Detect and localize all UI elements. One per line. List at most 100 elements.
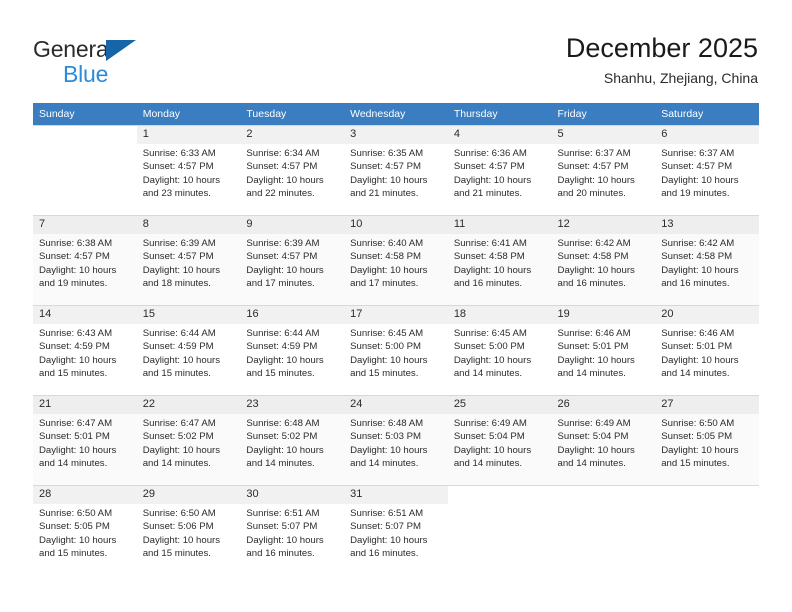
day-cell-inner	[552, 486, 656, 575]
daylight-duration-line2: and 17 minutes.	[246, 278, 315, 290]
weekday-header-friday: Friday	[551, 103, 656, 126]
sunrise-time: Sunrise: 6:36 AM	[453, 148, 527, 159]
sunrise-time: Sunrise: 6:42 AM	[661, 238, 735, 249]
calendar-day-cell[interactable]: 9 Sunrise: 6:39 AM Sunset: 4:57 PM Daylight…	[240, 215, 345, 306]
daylight-duration-line1: Daylight: 10 hours	[350, 354, 428, 366]
calendar-week-row: 28 Sunrise: 6:50 AM Sunset: 5:05 PM Dayligh…	[33, 485, 759, 575]
day-sun-info: Sunrise: 6:48 AM Sunset: 5:02 PM Daylight:…	[240, 414, 344, 471]
calendar-day-cell[interactable]: 6 Sunrise: 6:37 AM Sunset: 4:57 PM Daylight…	[655, 125, 759, 216]
daylight-duration-line2: and 23 minutes.	[142, 188, 211, 200]
daylight-duration-line2: and 18 minutes.	[142, 278, 211, 290]
sunset-time: Sunset: 4:57 PM	[142, 251, 214, 263]
sunrise-time: Sunrise: 6:50 AM	[142, 508, 216, 519]
daylight-duration-line1: Daylight: 10 hours	[142, 354, 221, 366]
day-cell-inner: 12 Sunrise: 6:42 AM Sunset: 4:58 PM Dayligh…	[551, 216, 656, 305]
day-cell-inner: 23 Sunrise: 6:48 AM Sunset: 5:02 PM Dayligh…	[240, 396, 345, 485]
calendar-day-cell[interactable]: 8 Sunrise: 6:39 AM Sunset: 4:57 PM Daylight…	[136, 215, 241, 306]
day-cell-inner: 15 Sunrise: 6:44 AM Sunset: 4:59 PM Dayligh…	[136, 306, 241, 395]
day-cell-inner: 1 Sunrise: 6:33 AM Sunset: 4:57 PM Daylight…	[136, 126, 241, 215]
calendar-day-cell[interactable]: 3 Sunrise: 6:35 AM Sunset: 4:57 PM Daylight…	[344, 125, 448, 216]
calendar-day-cell[interactable]: 2 Sunrise: 6:34 AM Sunset: 4:57 PM Daylight…	[240, 125, 345, 216]
daylight-duration-line2: and 19 minutes.	[661, 188, 730, 200]
day-cell-inner: 28 Sunrise: 6:50 AM Sunset: 5:05 PM Dayligh…	[33, 486, 137, 575]
day-number: 13	[655, 216, 759, 234]
calendar-day-cell[interactable]: 30 Sunrise: 6:51 AM Sunset: 5:07 PM Dayligh…	[240, 485, 345, 575]
day-number: 5	[551, 126, 656, 144]
day-number	[655, 486, 759, 504]
calendar-day-cell[interactable]: 21 Sunrise: 6:47 AM Sunset: 5:01 PM Dayligh…	[33, 395, 137, 486]
calendar-day-cell[interactable]: 22 Sunrise: 6:47 AM Sunset: 5:02 PM Dayligh…	[136, 395, 241, 486]
calendar-day-cell[interactable]: 20 Sunrise: 6:46 AM Sunset: 5:01 PM Dayligh…	[655, 305, 759, 396]
calendar-day-cell[interactable]: 12 Sunrise: 6:42 AM Sunset: 4:58 PM Dayligh…	[551, 215, 656, 306]
daylight-duration-line1: Daylight: 10 hours	[661, 264, 739, 276]
calendar-day-cell[interactable]: 19 Sunrise: 6:46 AM Sunset: 5:01 PM Dayligh…	[551, 305, 656, 396]
daylight-duration-line1: Daylight: 10 hours	[142, 444, 221, 456]
daylight-duration-line1: Daylight: 10 hours	[39, 264, 117, 276]
day-sun-info: Sunrise: 6:33 AM Sunset: 4:57 PM Daylight:…	[137, 144, 241, 201]
sunset-time: Sunset: 5:01 PM	[661, 341, 733, 353]
sunrise-time: Sunrise: 6:39 AM	[246, 238, 320, 249]
daylight-duration-line1: Daylight: 10 hours	[350, 264, 428, 276]
calendar-day-cell[interactable]: 27 Sunrise: 6:50 AM Sunset: 5:05 PM Dayligh…	[655, 395, 759, 486]
calendar-day-cell[interactable]: 23 Sunrise: 6:48 AM Sunset: 5:02 PM Dayligh…	[240, 395, 345, 486]
day-number: 6	[655, 126, 759, 144]
calendar-day-cell[interactable]: 7 Sunrise: 6:38 AM Sunset: 4:57 PM Daylight…	[33, 215, 137, 306]
day-sun-info: Sunrise: 6:49 AM Sunset: 5:04 PM Daylight:…	[448, 414, 552, 471]
daylight-duration-line2: and 14 minutes.	[453, 368, 523, 380]
daylight-duration-line1: Daylight: 10 hours	[557, 444, 635, 456]
sunset-time: Sunset: 4:58 PM	[453, 251, 525, 263]
day-cell-inner: 11 Sunrise: 6:41 AM Sunset: 4:58 PM Dayligh…	[447, 216, 552, 305]
sunrise-time: Sunrise: 6:35 AM	[350, 148, 424, 159]
general-blue-logo[interactable]: General Blue	[33, 36, 233, 92]
calendar-header-row: Sunday Monday Tuesday Wednesday Thursday Frid…	[33, 103, 759, 126]
day-number: 25	[447, 396, 552, 414]
calendar-day-cell[interactable]: 18 Sunrise: 6:45 AM Sunset: 5:00 PM Dayligh…	[447, 305, 552, 396]
sunrise-time: Sunrise: 6:46 AM	[557, 328, 631, 339]
sunset-time: Sunset: 5:04 PM	[557, 431, 629, 443]
day-number: 29	[136, 486, 241, 504]
calendar-day-cell[interactable]: 15 Sunrise: 6:44 AM Sunset: 4:59 PM Dayligh…	[136, 305, 241, 396]
day-sun-info: Sunrise: 6:49 AM Sunset: 5:04 PM Daylight:…	[552, 414, 656, 471]
calendar-day-cell[interactable]: 11 Sunrise: 6:41 AM Sunset: 4:58 PM Dayligh…	[447, 215, 552, 306]
calendar-day-cell[interactable]: 17 Sunrise: 6:45 AM Sunset: 5:00 PM Dayligh…	[344, 305, 448, 396]
day-sun-info: Sunrise: 6:44 AM Sunset: 4:59 PM Daylight:…	[240, 324, 344, 381]
sunrise-time: Sunrise: 6:41 AM	[453, 238, 527, 249]
sunset-time: Sunset: 5:04 PM	[453, 431, 525, 443]
calendar-day-cell[interactable]: 29 Sunrise: 6:50 AM Sunset: 5:06 PM Dayligh…	[136, 485, 241, 575]
page-subtitle: Shanhu, Zhejiang, China	[603, 70, 758, 86]
calendar-day-cell[interactable]: 1 Sunrise: 6:33 AM Sunset: 4:57 PM Daylight…	[136, 125, 241, 216]
calendar-week-row: 7 Sunrise: 6:38 AM Sunset: 4:57 PM Daylight…	[33, 215, 759, 306]
calendar-week-row: 21 Sunrise: 6:47 AM Sunset: 5:01 PM Dayligh…	[33, 395, 759, 486]
daylight-duration-line2: and 16 minutes.	[350, 548, 419, 560]
daylight-duration-line2: and 15 minutes.	[350, 368, 419, 380]
day-number: 22	[136, 396, 241, 414]
calendar-day-cell[interactable]: 4 Sunrise: 6:36 AM Sunset: 4:57 PM Daylight…	[447, 125, 552, 216]
calendar-day-cell[interactable]: 25 Sunrise: 6:49 AM Sunset: 5:04 PM Dayligh…	[447, 395, 552, 486]
calendar-day-cell[interactable]: 14 Sunrise: 6:43 AM Sunset: 4:59 PM Dayligh…	[33, 305, 137, 396]
calendar-day-cell[interactable]: 26 Sunrise: 6:49 AM Sunset: 5:04 PM Dayligh…	[551, 395, 656, 486]
calendar-day-cell[interactable]: 13 Sunrise: 6:42 AM Sunset: 4:58 PM Dayligh…	[655, 215, 759, 306]
sunset-time: Sunset: 4:57 PM	[246, 251, 318, 263]
calendar-day-cell[interactable]: 5 Sunrise: 6:37 AM Sunset: 4:57 PM Daylight…	[551, 125, 656, 216]
day-number: 4	[447, 126, 552, 144]
day-sun-info: Sunrise: 6:43 AM Sunset: 4:59 PM Daylight:…	[33, 324, 137, 381]
weekday-header-sunday: Sunday	[33, 103, 137, 126]
daylight-duration-line2: and 14 minutes.	[246, 458, 315, 470]
sunset-time: Sunset: 4:57 PM	[557, 161, 629, 173]
day-number: 19	[551, 306, 656, 324]
calendar-day-cell[interactable]: 24 Sunrise: 6:48 AM Sunset: 5:03 PM Dayligh…	[344, 395, 448, 486]
sunset-time: Sunset: 4:57 PM	[142, 161, 214, 173]
calendar-day-cell[interactable]: 16 Sunrise: 6:44 AM Sunset: 4:59 PM Dayligh…	[240, 305, 345, 396]
calendar-day-cell[interactable]: 28 Sunrise: 6:50 AM Sunset: 5:05 PM Dayligh…	[33, 485, 137, 575]
sunset-time: Sunset: 5:00 PM	[350, 341, 422, 353]
daylight-duration-line1: Daylight: 10 hours	[246, 174, 324, 186]
day-number: 9	[240, 216, 345, 234]
calendar-day-cell[interactable]: 10 Sunrise: 6:40 AM Sunset: 4:58 PM Dayligh…	[344, 215, 448, 306]
sunset-time: Sunset: 4:57 PM	[350, 161, 422, 173]
daylight-duration-line1: Daylight: 10 hours	[39, 534, 117, 546]
weekday-header-wednesday: Wednesday	[344, 103, 448, 126]
sunrise-time: Sunrise: 6:37 AM	[557, 148, 631, 159]
calendar-day-cell[interactable]: 31 Sunrise: 6:51 AM Sunset: 5:07 PM Dayligh…	[344, 485, 448, 575]
daylight-duration-line1: Daylight: 10 hours	[142, 534, 221, 546]
logo-text-blue: Blue	[63, 61, 109, 87]
